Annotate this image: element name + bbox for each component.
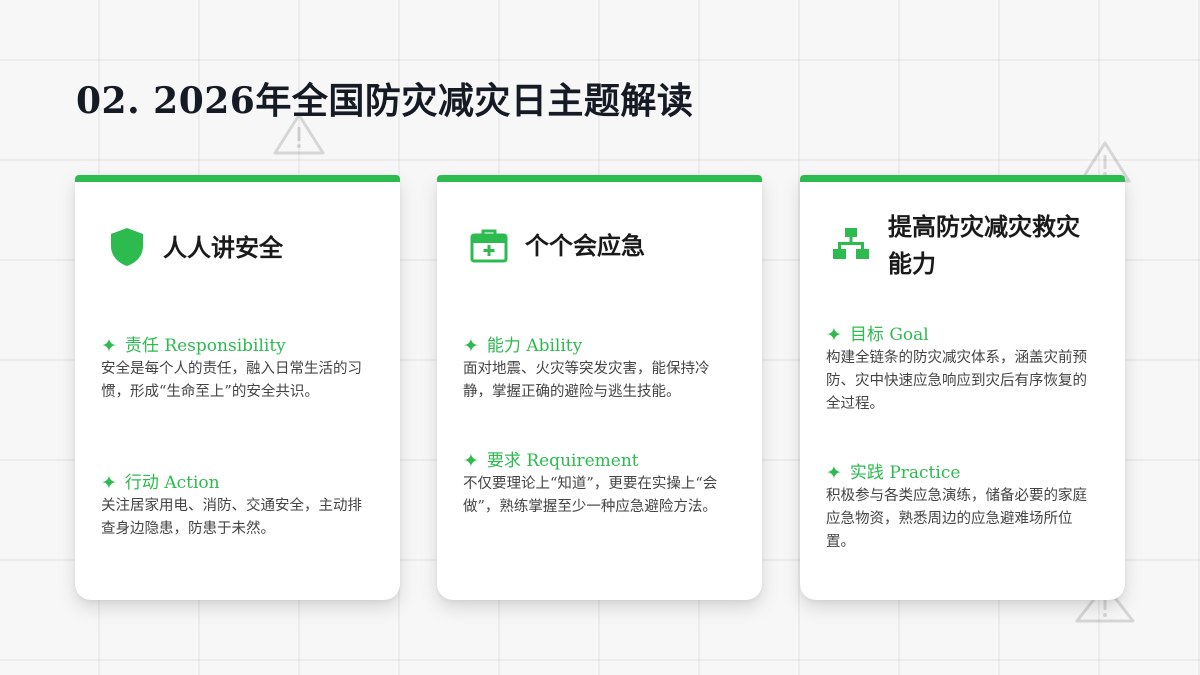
section-text: 关注居家用电、消防、交通安全，主动排查身边隐患，防患于未然。	[101, 498, 362, 537]
card-section: ✦ 责任 Responsibility 安全是每个人的责任，融入日常生活的习惯，…	[101, 334, 374, 404]
card-header: 提高防灾减灾救灾能力	[800, 208, 1125, 282]
card-section: ✦ 实践 Practice 积极参与各类应急演练，储备必要的家庭应急物资，熟悉周…	[826, 461, 1099, 554]
page-title: 02. 2026年全国防灾减灾日主题解读	[76, 80, 694, 122]
hierarchy-icon	[832, 227, 870, 263]
sparkle-icon: ✦	[463, 450, 479, 472]
section-text: 构建全链条的防灾减灾体系，涵盖灾前预防、灾中快速应急响应到灾后有序恢复的全过程。	[826, 350, 1087, 412]
section-heading: 责任 Responsibility	[124, 336, 286, 356]
card-section: ✦ 行动 Action 关注居家用电、消防、交通安全，主动排查身边隐患，防患于未…	[101, 471, 374, 541]
sparkle-icon: ✦	[101, 472, 117, 494]
section-text: 面对地震、火灾等突发灾害，能保持冷静，掌握正确的避险与逃生技能。	[463, 361, 710, 400]
card-section: ✦ 要求 Requirement 不仅要理论上“知道”，更要在实操上“会做”，熟…	[463, 449, 736, 519]
card-section: ✦ 目标 Goal 构建全链条的防灾减灾体系，涵盖灾前预防、灾中快速应急响应到灾…	[826, 323, 1099, 416]
card-emergency: 个个会应急 ✦ 能力 Ability 面对地震、火灾等突发灾害，能保持冷静，掌握…	[437, 175, 762, 600]
shield-icon	[107, 226, 147, 268]
card-title: 提高防灾减灾救灾能力	[888, 212, 1080, 278]
section-heading: 能力 Ability	[486, 336, 583, 356]
section-text: 安全是每个人的责任，融入日常生活的习惯，形成“生命至上”的安全共识。	[101, 361, 362, 400]
sparkle-icon: ✦	[826, 462, 842, 484]
section-heading: 行动 Action	[124, 473, 220, 493]
card-title: 人人讲安全	[163, 232, 283, 262]
sparkle-icon: ✦	[826, 324, 842, 346]
sparkle-icon: ✦	[101, 335, 117, 357]
section-text: 积极参与各类应急演练，储备必要的家庭应急物资，熟悉周边的应急避难场所位置。	[826, 488, 1087, 550]
section-heading: 要求 Requirement	[486, 451, 639, 471]
card-title: 个个会应急	[525, 230, 645, 260]
first-aid-kit-icon	[469, 226, 509, 264]
section-heading: 实践 Practice	[849, 463, 961, 483]
card-section: ✦ 能力 Ability 面对地震、火灾等突发灾害，能保持冷静，掌握正确的避险与…	[463, 334, 736, 404]
card-capability: 提高防灾减灾救灾能力 ✦ 目标 Goal 构建全链条的防灾减灾体系，涵盖灾前预防…	[800, 175, 1125, 600]
sparkle-icon: ✦	[463, 335, 479, 357]
section-text: 不仅要理论上“知道”，更要在实操上“会做”，熟练掌握至少一种应急避险方法。	[463, 476, 718, 515]
card-header: 人人讲安全	[75, 226, 400, 268]
card-header: 个个会应急	[437, 226, 762, 264]
section-heading: 目标 Goal	[849, 325, 929, 345]
card-safety: 人人讲安全 ✦ 责任 Responsibility 安全是每个人的责任，融入日常…	[75, 175, 400, 600]
